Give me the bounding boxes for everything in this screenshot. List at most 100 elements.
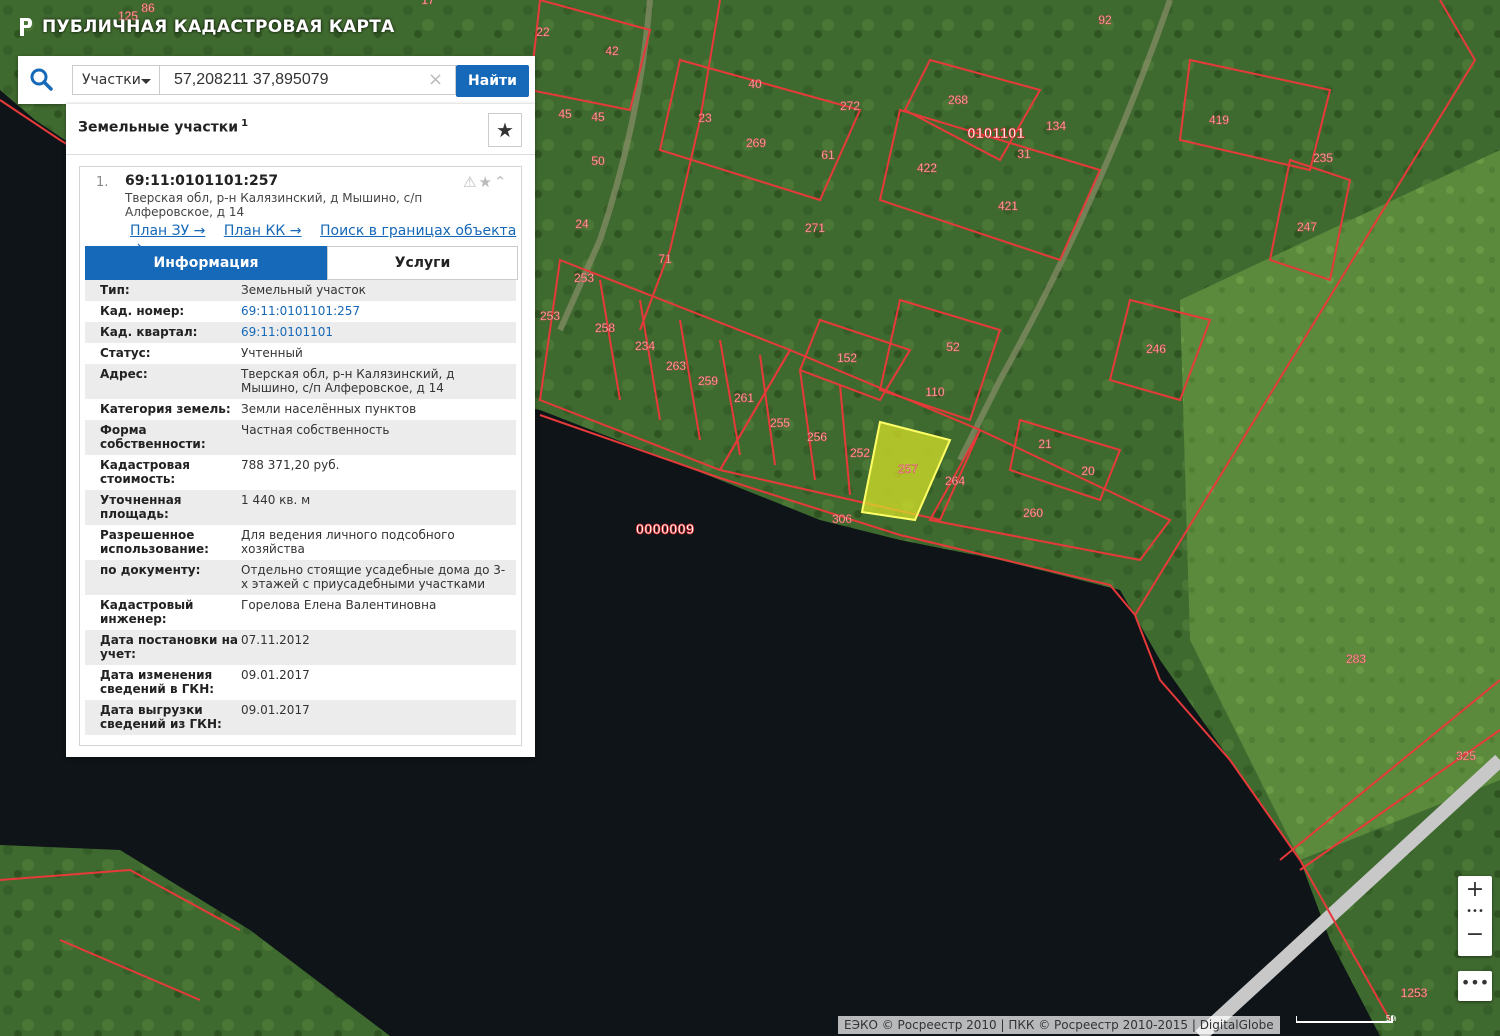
parcel-label[interactable]: 261 <box>734 391 755 406</box>
parcel-label[interactable]: 258 <box>595 321 616 336</box>
info-row-value: 09.01.2017 <box>241 668 310 682</box>
parcel-label[interactable]: 260 <box>1023 506 1044 521</box>
info-row: Кадастровый инженер: Горелова Елена Вален… <box>85 595 516 630</box>
result-address: Тверская обл, р-н Калязинский, д Мышино,… <box>125 191 423 219</box>
parcel-label[interactable]: 269 <box>746 136 767 151</box>
warning-icon[interactable]: ⚠ <box>463 173 478 191</box>
parcel-label[interactable]: 271 <box>805 221 826 236</box>
info-row-value: Горелова Елена Валентиновна <box>241 598 437 612</box>
info-row: Уточненная площадь: 1 440 кв. м <box>85 490 516 525</box>
parcel-label[interactable]: 40 <box>748 77 762 92</box>
parcel-label[interactable]: 23 <box>698 111 712 126</box>
parcel-label[interactable]: 257 <box>898 462 919 477</box>
parcel-label[interactable]: 20 <box>1081 464 1095 479</box>
parcel-label[interactable]: 31 <box>1017 147 1031 162</box>
info-row-label: Форма собственности: <box>100 423 206 451</box>
parcel-label[interactable]: 419 <box>1209 113 1230 128</box>
parcel-label[interactable]: 255 <box>770 416 791 431</box>
parcel-label[interactable]: 61 <box>821 148 835 163</box>
zoom-out-button[interactable]: − <box>1458 921 1492 948</box>
parcel-label[interactable]: 0000009 <box>635 521 694 539</box>
parcel-label[interactable]: 21 <box>1038 437 1052 452</box>
parcel-label[interactable]: 272 <box>840 99 861 114</box>
parcel-label[interactable]: 235 <box>1313 151 1334 166</box>
info-row-label: Дата выгрузки сведений из ГКН: <box>100 703 222 731</box>
parcel-label[interactable]: 45 <box>558 107 572 122</box>
info-row-label: Категория земель: <box>100 402 231 416</box>
info-row-label: Дата изменения сведений в ГКН: <box>100 668 215 696</box>
parcel-label[interactable]: 252 <box>850 446 871 461</box>
panel-title: Земельные участки 1 <box>78 118 248 136</box>
info-row: Кадастровая стоимость: 788 371,20 руб. <box>85 455 516 490</box>
info-row-label: Кадастровая стоимость: <box>100 458 190 486</box>
search-input[interactable]: 57,208211 37,895079 <box>160 65 456 95</box>
parcel-label[interactable]: 246 <box>1146 342 1167 357</box>
search-icon[interactable] <box>28 66 56 94</box>
favorite-button[interactable]: ★ <box>488 113 522 147</box>
info-row-value[interactable]: 69:11:0101101:257 <box>241 304 509 318</box>
parcel-label[interactable]: 110 <box>925 385 945 400</box>
parcel-label[interactable]: 50 <box>591 154 605 169</box>
search-type-label: Участки <box>82 72 141 88</box>
plan-zu-link[interactable]: План ЗУ → <box>130 223 205 239</box>
attribution: ЕЭКО © Росреестр 2010 | ПКК © Росреестр … <box>838 1016 1280 1034</box>
tab-services[interactable]: Услуги <box>327 246 518 280</box>
parcel-label[interactable]: 71 <box>658 252 672 267</box>
chevron-up-icon[interactable]: ⌃ <box>494 173 509 191</box>
parcel-label[interactable]: 325 <box>1456 749 1477 764</box>
parcel-label[interactable]: 263 <box>666 359 687 374</box>
parcel-label[interactable]: 152 <box>837 351 858 366</box>
info-row-value: Для ведения личного подсобного хозяйства <box>241 528 455 556</box>
parcel-label[interactable]: 421 <box>998 199 1019 214</box>
parcel-label[interactable]: 253 <box>574 271 595 286</box>
more-button[interactable]: ••• <box>1458 971 1492 1001</box>
zoom-dots: ••• <box>1466 906 1484 917</box>
parcel-label[interactable]: 256 <box>807 430 828 445</box>
parcel-label[interactable]: 283 <box>1346 652 1367 667</box>
info-row-value: Учтенный <box>241 346 303 360</box>
result-cad-number[interactable]: 69:11:0101101:257 <box>125 173 278 189</box>
parcel-label[interactable]: 253 <box>540 309 561 324</box>
info-row: Разрешенное использование: Для ведения ли… <box>85 525 516 560</box>
info-row-label: Кадастровый инженер: <box>100 598 194 626</box>
parcel-label[interactable]: 0101101 <box>967 125 1025 143</box>
info-table: Тип: Земельный участок Кад. номер: 69:11:01… <box>85 280 516 735</box>
rosreestr-logo-icon <box>20 18 32 36</box>
parcel-label[interactable]: 422 <box>917 161 938 176</box>
plan-kk-link[interactable]: План КК → <box>224 223 302 239</box>
clear-icon[interactable]: × <box>428 69 443 90</box>
search-type-select[interactable]: Участки <box>72 65 160 95</box>
parcel-label[interactable]: 247 <box>1297 220 1318 235</box>
card-action-icons: ⚠★⌃ <box>463 173 508 191</box>
parcel-label[interactable]: 134 <box>1046 119 1067 134</box>
info-row-value[interactable]: 69:11:0101101 <box>241 325 509 339</box>
results-panel: Земельные участки 1 ★ 1. 69:11:0101101:25… <box>66 104 535 757</box>
parcel-label[interactable]: 268 <box>948 93 969 108</box>
info-row-value: 1 440 кв. м <box>241 493 311 507</box>
parcel-label[interactable]: 45 <box>591 110 605 125</box>
parcel-label[interactable]: 234 <box>635 339 656 354</box>
parcel-label[interactable]: 22 <box>536 25 550 40</box>
find-button[interactable]: Найти <box>456 65 529 97</box>
parcel-label[interactable]: 24 <box>575 217 589 232</box>
parcel-label[interactable]: 92 <box>1098 13 1112 28</box>
info-row: Дата выгрузки сведений из ГКН: 09.01.2017 <box>85 700 516 735</box>
parcel-label[interactable]: 306 <box>832 512 853 527</box>
star-icon[interactable]: ★ <box>478 173 493 191</box>
info-row: Дата постановки на учет:07.11.2012 <box>85 630 516 665</box>
info-row-value: 09.01.2017 <box>241 703 310 717</box>
info-row-value: 07.11.2012 <box>241 633 310 647</box>
parcel-label[interactable]: 264 <box>945 474 966 489</box>
info-row: Дата изменения сведений в ГКН: 09.01.2017 <box>85 665 516 700</box>
info-row-value: Частная собственность <box>241 423 390 437</box>
parcel-label[interactable]: 17 <box>421 0 435 7</box>
parcel-label[interactable]: 86 <box>141 1 155 16</box>
parcel-label[interactable]: 42 <box>605 44 619 59</box>
tab-information[interactable]: Информация <box>85 246 327 280</box>
info-row-value: 788 371,20 руб. <box>241 458 340 472</box>
zoom-in-button[interactable]: + <box>1458 876 1492 903</box>
info-row-label: Разрешенное использование: <box>100 528 209 556</box>
parcel-label[interactable]: 1253 <box>1400 986 1428 1001</box>
parcel-label[interactable]: 259 <box>698 374 719 389</box>
parcel-label[interactable]: 52 <box>946 340 960 355</box>
